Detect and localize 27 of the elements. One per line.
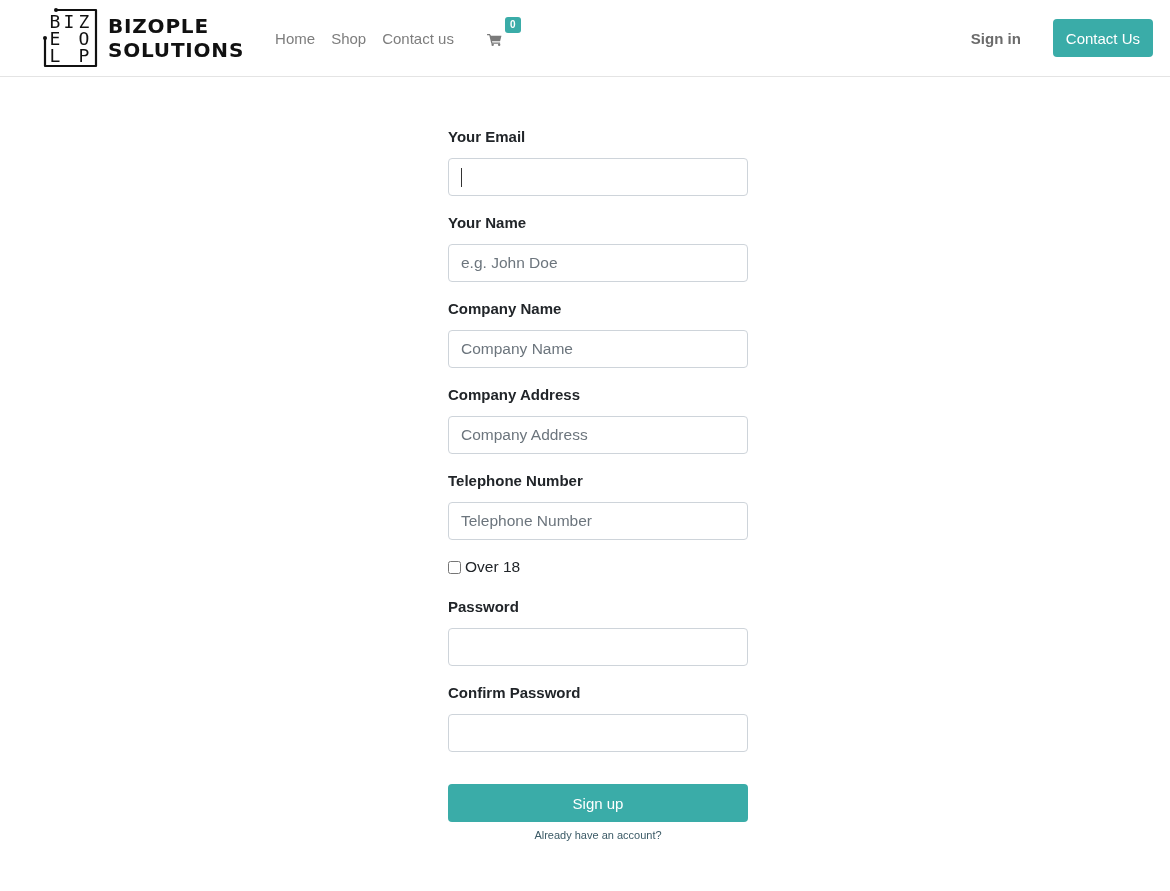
field-label: Company Address: [448, 385, 580, 405]
field-label: Telephone Number: [448, 471, 583, 491]
checkbox[interactable]: [448, 560, 461, 574]
input-field[interactable]: [448, 714, 748, 752]
input-field[interactable]: Telephone Number: [448, 502, 748, 540]
brand-name: BIZOPLE SOLUTIONS: [108, 14, 245, 62]
contact-us-button[interactable]: Contact Us: [1052, 19, 1153, 57]
sign-up-button[interactable]: Sign up: [448, 784, 748, 822]
input-field[interactable]: e.g. John Doe: [448, 244, 748, 282]
nav-link[interactable]: Contact us: [382, 29, 454, 47]
nav-link[interactable]: Home: [275, 29, 316, 47]
input-field[interactable]: Company Name: [448, 330, 748, 368]
sign-in-link[interactable]: Sign in: [970, 29, 1021, 47]
input-field[interactable]: Company Address: [448, 416, 748, 454]
logo-mark[interactable]: B I Z E O L P: [42, 7, 99, 69]
cart-icon[interactable]: [486, 32, 502, 46]
field-label: Confirm Password: [448, 683, 581, 703]
cart-count: 0: [504, 17, 521, 33]
nav-link[interactable]: Shop: [331, 29, 367, 47]
checkbox-label: Over 18: [465, 558, 521, 576]
field-label: Your Name: [448, 213, 527, 233]
field-label: Company Name: [448, 299, 562, 319]
input-field[interactable]: [448, 628, 748, 666]
field-label: Password: [448, 597, 519, 617]
account-link[interactable]: Already have an account?: [534, 827, 662, 843]
field-label: Your Email: [448, 127, 526, 147]
input-field[interactable]: [448, 158, 748, 196]
